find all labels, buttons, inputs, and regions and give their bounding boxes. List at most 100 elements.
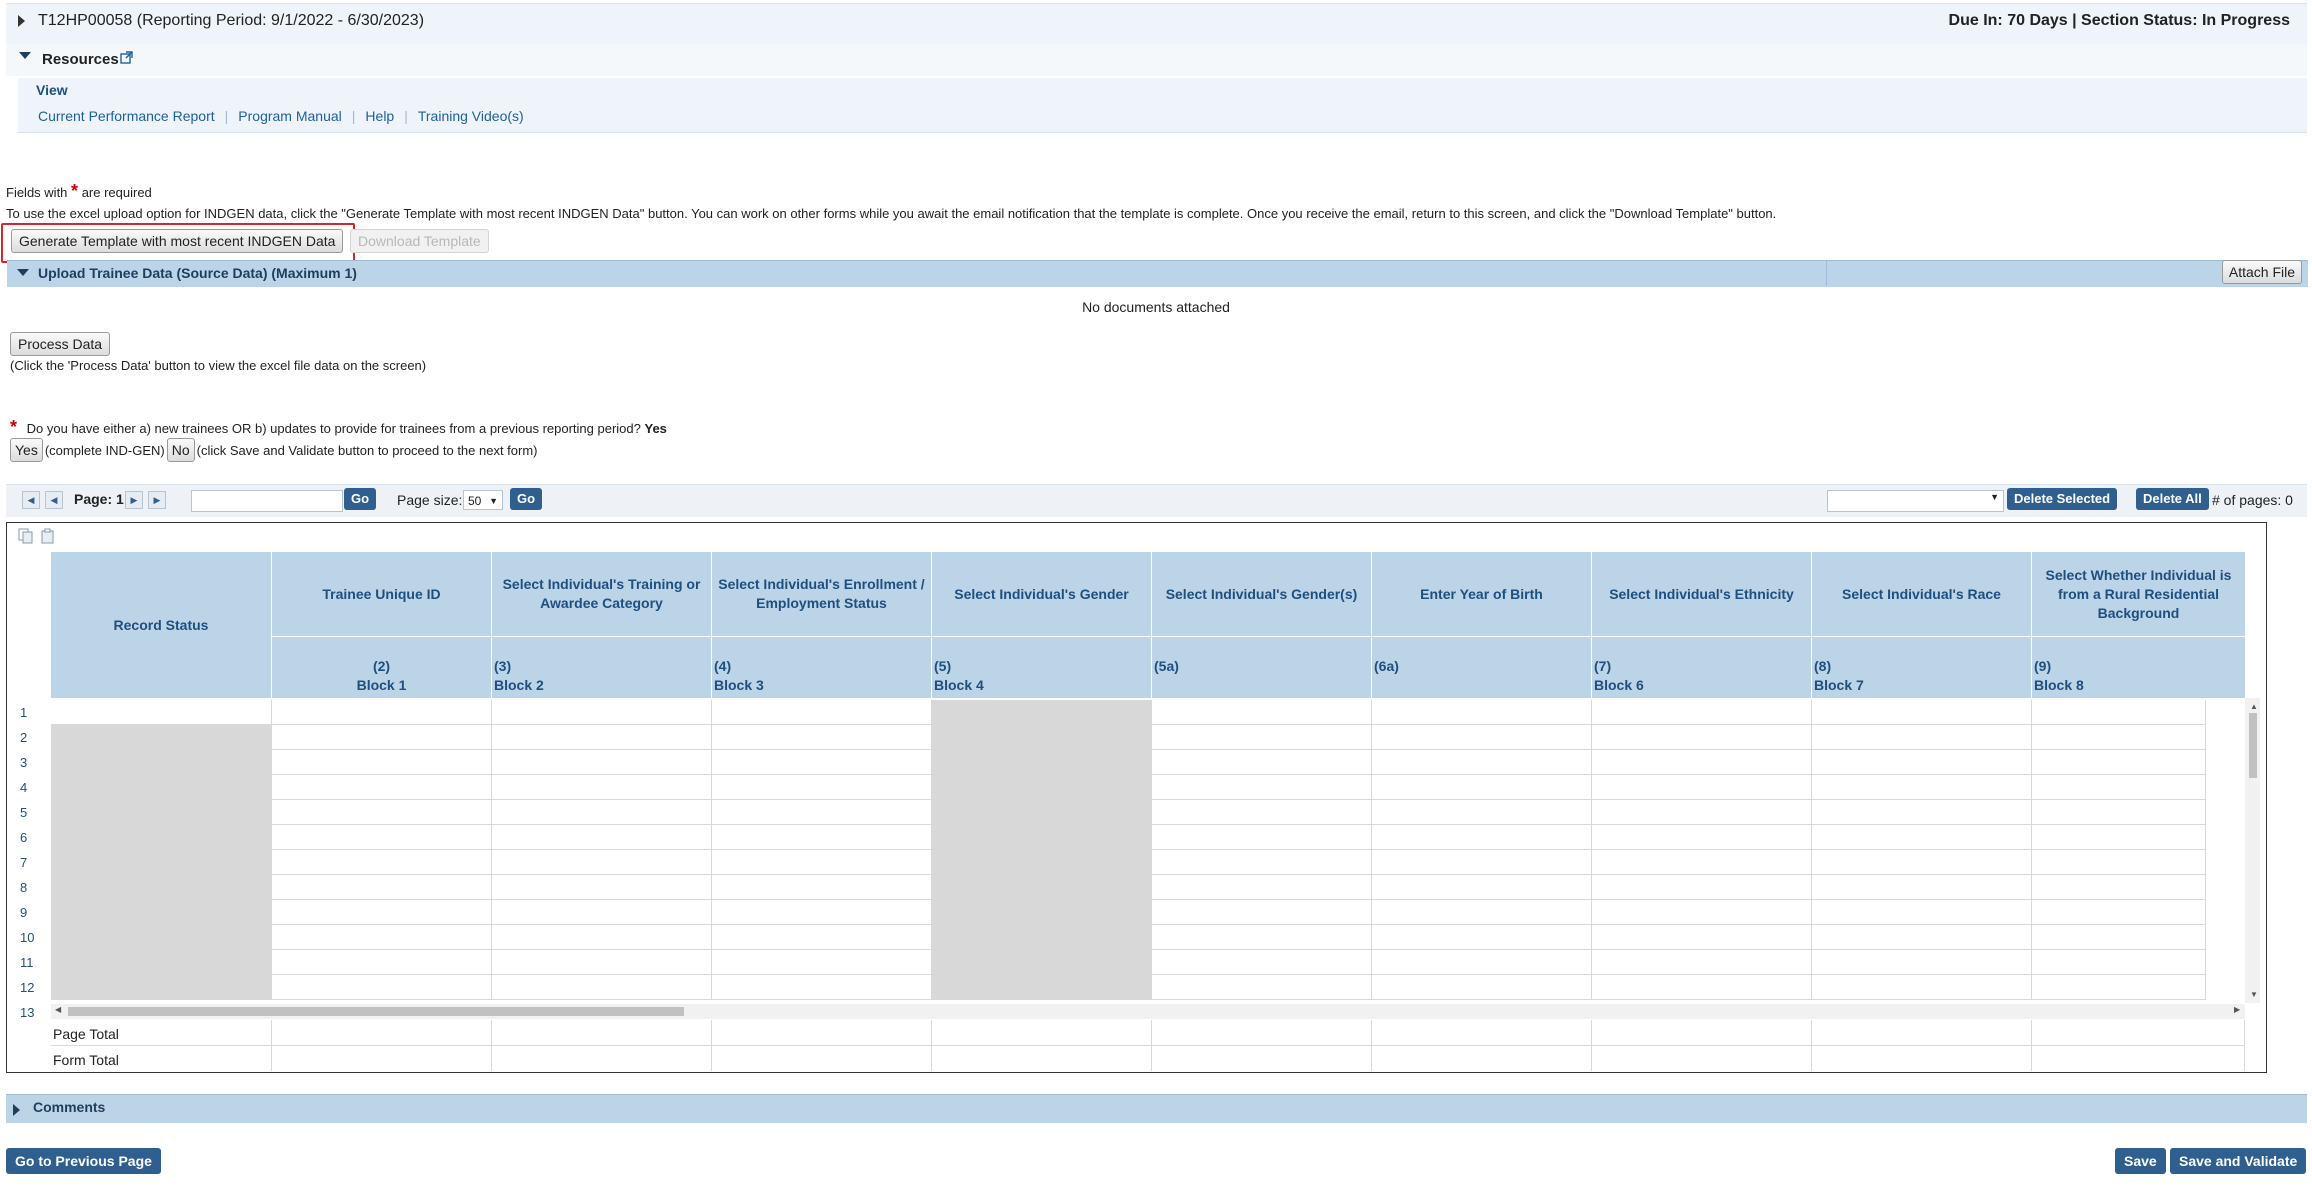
grid-cell[interactable] (1152, 700, 1372, 725)
record-status-cell[interactable] (51, 950, 272, 975)
grid-cell[interactable] (272, 875, 492, 900)
grid-cell[interactable] (492, 850, 712, 875)
grid-cell[interactable] (712, 900, 932, 925)
grid-cell[interactable] (1812, 700, 2032, 725)
grid-cell[interactable] (272, 850, 492, 875)
grid-cell[interactable] (932, 975, 1152, 1000)
grid-cell[interactable] (1152, 975, 1372, 1000)
page-size-select[interactable]: 50 ▼ (463, 490, 503, 510)
grid-cell[interactable] (2032, 775, 2206, 800)
collapse-caret-icon[interactable] (19, 52, 31, 59)
grid-cell[interactable] (932, 800, 1152, 825)
record-status-cell[interactable] (51, 875, 272, 900)
grid-cell[interactable] (272, 750, 492, 775)
vertical-scrollbar-thumb[interactable] (2249, 713, 2257, 778)
grid-cell[interactable] (2032, 725, 2206, 750)
grid-cell[interactable] (712, 925, 932, 950)
grid-cell[interactable] (1372, 875, 1592, 900)
grid-cell[interactable] (1372, 950, 1592, 975)
record-status-cell[interactable] (51, 800, 272, 825)
go-page-size-button[interactable]: Go (510, 488, 543, 510)
attach-file-button[interactable]: Attach File (2221, 260, 2302, 284)
delete-all-button[interactable]: Delete All (2136, 488, 2209, 510)
grid-cell[interactable] (712, 750, 932, 775)
record-status-cell[interactable] (51, 700, 272, 725)
grid-cell[interactable] (1372, 925, 1592, 950)
save-button[interactable]: Save (2115, 1148, 2166, 1174)
grid-cell[interactable] (1812, 775, 2032, 800)
grid-cell[interactable] (272, 975, 492, 1000)
grid-cell[interactable] (712, 775, 932, 800)
grid-cell[interactable] (1592, 775, 1812, 800)
grid-cell[interactable] (1372, 725, 1592, 750)
record-status-cell[interactable] (51, 825, 272, 850)
no-button[interactable]: No (166, 438, 195, 462)
link-training-videos[interactable]: Training Video(s) (418, 108, 524, 124)
grid-cell[interactable] (2032, 950, 2206, 975)
link-current-performance-report[interactable]: Current Performance Report (38, 108, 215, 124)
scroll-left-icon[interactable]: ◀ (55, 1005, 61, 1014)
grid-cell[interactable] (1152, 825, 1372, 850)
grid-cell[interactable] (1592, 800, 1812, 825)
grid-cell[interactable] (2032, 825, 2206, 850)
grid-cell[interactable] (1372, 700, 1592, 725)
generate-template-button[interactable]: Generate Template with most recent INDGE… (11, 229, 344, 253)
grid-cell[interactable] (2032, 875, 2206, 900)
grid-cell[interactable] (2032, 900, 2206, 925)
grid-cell[interactable] (2032, 925, 2206, 950)
grid-cell[interactable] (1592, 700, 1812, 725)
grid-cell[interactable] (932, 900, 1152, 925)
grid-cell[interactable] (712, 875, 932, 900)
expand-caret-icon[interactable] (18, 15, 25, 27)
record-status-cell[interactable] (51, 975, 272, 1000)
grid-cell[interactable] (1152, 950, 1372, 975)
grid-cell[interactable] (932, 750, 1152, 775)
grid-cell[interactable] (1372, 775, 1592, 800)
grid-cell[interactable] (492, 800, 712, 825)
yes-button[interactable]: Yes (10, 438, 43, 462)
grid-cell[interactable] (1592, 975, 1812, 1000)
grid-cell[interactable] (932, 950, 1152, 975)
grid-cell[interactable] (492, 825, 712, 850)
grid-cell[interactable] (272, 950, 492, 975)
grid-cell[interactable] (2032, 700, 2206, 725)
grid-cell[interactable] (272, 775, 492, 800)
grid-cell[interactable] (712, 850, 932, 875)
grid-cell[interactable] (712, 825, 932, 850)
grid-cell[interactable] (1372, 850, 1592, 875)
grid-cell[interactable] (2032, 800, 2206, 825)
grid-cell[interactable] (1152, 850, 1372, 875)
grid-cell[interactable] (1592, 950, 1812, 975)
record-status-cell[interactable] (51, 775, 272, 800)
grid-cell[interactable] (1372, 900, 1592, 925)
collapse-caret-icon[interactable] (17, 269, 29, 276)
process-data-button[interactable]: Process Data (10, 332, 111, 356)
resources-label[interactable]: Resources (42, 51, 119, 68)
grid-cell[interactable] (492, 975, 712, 1000)
grid-cell[interactable] (1152, 900, 1372, 925)
first-page-icon[interactable]: ◀ (22, 491, 40, 509)
grid-cell[interactable] (932, 775, 1152, 800)
page-number-input[interactable] (191, 490, 343, 512)
action-select[interactable]: ▼ (1827, 490, 2004, 512)
grid-cell[interactable] (1812, 875, 2032, 900)
grid-cell[interactable] (1812, 825, 2032, 850)
grid-cell[interactable] (1152, 800, 1372, 825)
grid-cell[interactable] (1152, 775, 1372, 800)
record-status-cell[interactable] (51, 725, 272, 750)
grid-cell[interactable] (492, 900, 712, 925)
grid-cell[interactable] (1152, 725, 1372, 750)
grid-cell[interactable] (1812, 925, 2032, 950)
record-status-cell[interactable] (51, 925, 272, 950)
prev-page-icon[interactable]: ◀ (45, 491, 63, 509)
grid-cell[interactable] (492, 725, 712, 750)
grid-cell[interactable] (2032, 975, 2206, 1000)
grid-cell[interactable] (1592, 825, 1812, 850)
grid-cell[interactable] (1592, 900, 1812, 925)
grid-cell[interactable] (2032, 750, 2206, 775)
grid-cell[interactable] (1812, 950, 2032, 975)
go-button[interactable]: Go (344, 488, 377, 510)
link-help[interactable]: Help (365, 108, 394, 124)
grid-cell[interactable] (1372, 800, 1592, 825)
grid-cell[interactable] (1812, 975, 2032, 1000)
